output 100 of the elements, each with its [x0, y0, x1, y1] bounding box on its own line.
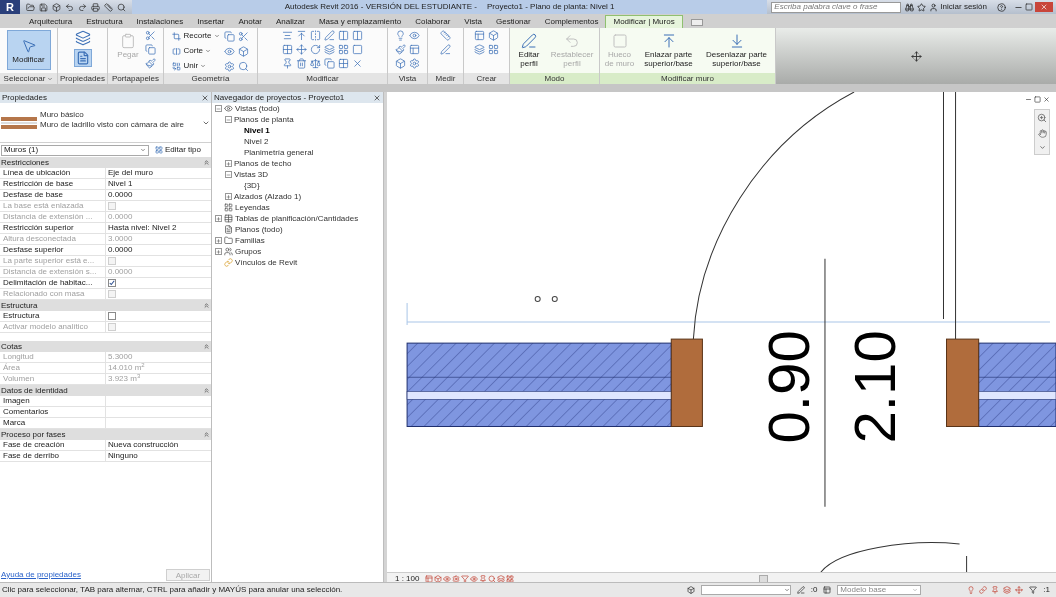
expand-icon[interactable]: [214, 237, 222, 244]
tool-icon[interactable]: [352, 30, 363, 41]
close-icon[interactable]: [201, 93, 209, 102]
selection-option-icon[interactable]: [967, 586, 976, 594]
workset-dropdown[interactable]: [700, 585, 791, 595]
tool-icon[interactable]: [310, 58, 321, 69]
tool-icon[interactable]: [223, 30, 235, 42]
ribbon-tab[interactable]: Gestionar: [488, 15, 538, 28]
tool-icon[interactable]: [395, 44, 406, 55]
door-frame[interactable]: [670, 338, 703, 427]
quick-access-icon[interactable]: [104, 2, 113, 12]
ribbon-tab[interactable]: Masa y emplazamiento: [311, 15, 409, 28]
scale-text[interactable]: 1 : 100: [395, 572, 420, 585]
selection-dropdown[interactable]: Muros (1): [1, 144, 149, 156]
property-value[interactable]: 0.0000: [108, 189, 133, 201]
dimension-text[interactable]: 2.10: [842, 330, 908, 444]
tool-icon[interactable]: [310, 30, 321, 41]
tree-item[interactable]: Alzados (Alzado 1): [234, 190, 302, 203]
tool-icon[interactable]: [282, 44, 293, 55]
quick-access-icon[interactable]: [91, 2, 100, 12]
dropdown-icon[interactable]: [202, 119, 210, 127]
ribbon-tab[interactable]: Colaborar: [408, 15, 458, 28]
view-control-icon[interactable]: [506, 574, 515, 583]
tree-item[interactable]: Vistas (todo): [235, 102, 280, 115]
tree-item[interactable]: Planos de techo: [234, 157, 292, 170]
ribbon-button[interactable]: Desenlazar parte superior/base: [699, 30, 774, 70]
properties-icon[interactable]: [73, 49, 92, 67]
collapse-icon[interactable]: [224, 171, 232, 178]
ribbon-tab[interactable]: Arquitectura: [22, 15, 80, 28]
tool-icon[interactable]: [296, 44, 307, 55]
editable-icon[interactable]: [796, 586, 805, 594]
tool-icon[interactable]: [338, 44, 349, 55]
ribbon-options-icon[interactable]: [690, 19, 703, 26]
view-control-icon[interactable]: [452, 574, 461, 583]
selection-option-icon[interactable]: [1015, 586, 1024, 594]
type-properties-icon[interactable]: [74, 30, 91, 46]
tool-icon[interactable]: [440, 30, 451, 41]
group-header[interactable]: Datos de identidad: [0, 385, 211, 396]
star-icon[interactable]: [917, 2, 927, 12]
panel-label[interactable]: Modo: [510, 73, 599, 84]
tool-icon[interactable]: [324, 58, 335, 69]
tree-item[interactable]: Tablas de planificación/Cantidades: [235, 212, 359, 225]
panel-label[interactable]: Propiedades: [58, 73, 107, 84]
tool-icon[interactable]: [395, 30, 406, 41]
navigation-bar[interactable]: [1034, 109, 1050, 155]
quick-access-icon[interactable]: [65, 2, 74, 12]
panel-label[interactable]: Modificar muro: [600, 73, 775, 84]
tool-icon[interactable]: [296, 30, 307, 41]
group-header[interactable]: Restricciones: [0, 157, 211, 168]
quick-access-icon[interactable]: [78, 2, 87, 12]
ribbon-tab[interactable]: Instalaciones: [129, 15, 191, 28]
property-value[interactable]: Nueva construcción: [108, 439, 179, 451]
grip-points-icon[interactable]: [534, 295, 558, 302]
tool-icon[interactable]: [395, 58, 406, 69]
group-header[interactable]: Cotas: [0, 341, 211, 352]
property-value[interactable]: Ninguno: [108, 450, 138, 462]
view-control-icon[interactable]: [497, 574, 506, 583]
tool-icon[interactable]: [324, 44, 335, 55]
view-control-icon[interactable]: [434, 574, 443, 583]
door-jamb-lines[interactable]: [943, 92, 957, 340]
tool-icon[interactable]: [409, 58, 420, 69]
group-header[interactable]: Estructura: [0, 300, 211, 311]
tree-item[interactable]: Familias: [235, 234, 265, 247]
view-control-icon[interactable]: [488, 574, 497, 583]
user-icon[interactable]: [929, 2, 939, 12]
panel-label[interactable]: Portapapeles: [108, 73, 163, 84]
tool-icon[interactable]: [440, 44, 451, 55]
ribbon-button[interactable]: Unir: [172, 60, 220, 72]
view-control-icon[interactable]: [425, 574, 434, 583]
selection-option-icon[interactable]: [991, 586, 1000, 594]
tool-icon[interactable]: [223, 60, 235, 72]
binoculars-icon[interactable]: [905, 2, 915, 12]
search-field[interactable]: Escriba palabra clave o frase: [771, 1, 902, 13]
ribbon-tab[interactable]: Anotar: [231, 15, 269, 28]
tree-item[interactable]: Planos de planta: [234, 113, 294, 126]
ribbon-button[interactable]: Recorte: [172, 30, 220, 42]
panel-label[interactable]: Vista: [388, 73, 427, 84]
tool-icon[interactable]: [488, 30, 499, 41]
view-control-icon[interactable]: [461, 574, 470, 583]
panel-label[interactable]: Modificar: [258, 73, 387, 84]
minimize-icon[interactable]: [1025, 96, 1032, 103]
tool-icon[interactable]: [310, 44, 321, 55]
panel-label[interactable]: Geometría: [164, 73, 257, 84]
ribbon-button[interactable]: Modificar: [6, 30, 51, 70]
maximize-icon[interactable]: [1025, 3, 1033, 11]
wall-drawing[interactable]: [978, 342, 1056, 427]
help-link[interactable]: Ayuda de propiedades: [1, 568, 81, 581]
property-value[interactable]: 0.0000: [108, 244, 133, 256]
selection-option-icon[interactable]: [1003, 586, 1012, 594]
tool-icon[interactable]: [237, 30, 249, 42]
view-control-icon[interactable]: [470, 574, 479, 583]
edit-type-button[interactable]: Editar tipo: [155, 144, 202, 156]
tool-icon[interactable]: [237, 45, 249, 57]
tool-icon[interactable]: [145, 30, 156, 41]
tool-icon[interactable]: [474, 30, 485, 41]
tool-icon[interactable]: [338, 30, 349, 41]
tool-icon[interactable]: [409, 44, 420, 55]
property-value[interactable]: Eje del muro: [108, 167, 153, 179]
panel-label[interactable]: Medir: [428, 73, 463, 84]
expand-icon[interactable]: [224, 193, 232, 200]
